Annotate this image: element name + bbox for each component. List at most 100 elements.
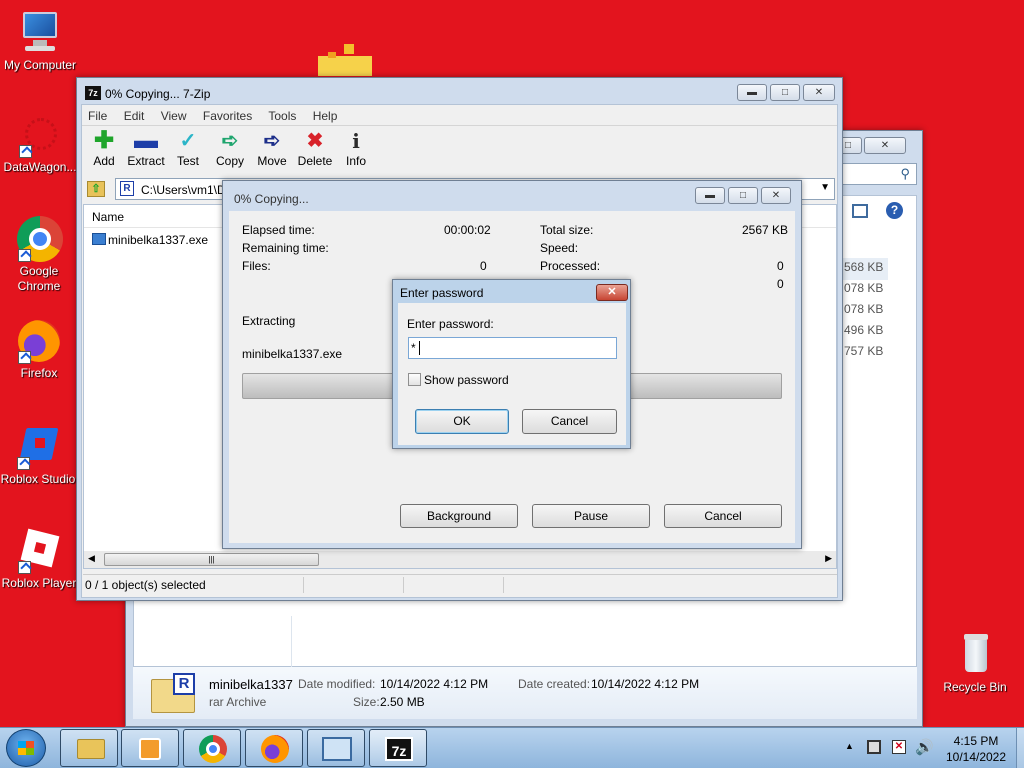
move-button[interactable]: ➪ Move (252, 130, 292, 168)
desktop-icon-chrome[interactable]: Google Chrome (0, 216, 79, 294)
desktop-icon-label: My Computer (3, 58, 77, 72)
folder-up-icon[interactable]: ⇧ (87, 181, 105, 197)
total-size-value: 2567 KB (742, 223, 789, 237)
action-label: Extracting (242, 314, 296, 328)
status-divider (503, 577, 504, 593)
desktop-icon-recycle-bin[interactable]: Recycle Bin (935, 632, 1015, 694)
extract-button[interactable]: ▬ Extract (126, 129, 166, 169)
maximize-button[interactable]: □ (728, 187, 758, 204)
clock-time: 4:15 PM (953, 734, 999, 748)
status-divider (303, 577, 304, 593)
firefox-icon (261, 735, 289, 763)
7zip-icon: 7z (385, 737, 413, 761)
datawagon-icon (17, 112, 63, 158)
start-button[interactable] (6, 729, 46, 767)
view-pane-icon[interactable] (852, 204, 868, 218)
desktop-icon-my-computer[interactable]: My Computer (0, 10, 80, 72)
size-cell: 568 KB (844, 260, 884, 274)
ok-button[interactable]: OK (415, 409, 509, 434)
menu-bar: File Edit View Favorites Tools Help (88, 109, 350, 123)
close-button[interactable]: ✕ (803, 84, 835, 101)
pause-button[interactable]: Pause (532, 504, 650, 528)
taskbar-chrome[interactable] (183, 729, 241, 767)
menu-view[interactable]: View (161, 109, 187, 123)
size-cell: 078 KB (844, 281, 884, 295)
check-icon: ✓ (179, 130, 197, 152)
recycle-bin-icon (952, 632, 998, 678)
desktop-icon-label: Roblox Studio (0, 472, 76, 486)
info-icon: i (352, 129, 360, 153)
minimize-button[interactable]: ▬ (737, 84, 767, 101)
menu-edit[interactable]: Edit (124, 109, 145, 123)
media-player-icon (139, 738, 161, 760)
processed-value: 0 (777, 259, 784, 273)
status-text: 0 / 1 object(s) selected (85, 578, 206, 592)
close-button[interactable]: ✕ (596, 284, 628, 301)
list-item[interactable]: minibelka1337.exe (90, 232, 230, 250)
menu-favorites[interactable]: Favorites (203, 109, 252, 123)
details-pane: R minibelka1337 rar Archive Date modifie… (133, 667, 917, 719)
exe-file-icon (92, 233, 106, 245)
date-created-label: Date created: (518, 677, 591, 691)
scroll-left-icon[interactable]: ◀ (88, 553, 95, 564)
show-password-label[interactable]: Show password (424, 373, 509, 387)
background-button[interactable]: Background (400, 504, 518, 528)
elapsed-time-label: Elapsed time: (242, 223, 315, 237)
maximize-button[interactable]: □ (770, 84, 800, 101)
delete-button[interactable]: ✖ Delete (295, 130, 335, 168)
desktop-icon-label: Google Chrome (17, 264, 61, 293)
rar-archive-icon: R (151, 673, 195, 713)
menu-file[interactable]: File (88, 109, 107, 123)
action-center-icon[interactable]: ✕ (892, 740, 906, 754)
scroll-right-icon[interactable]: ▶ (825, 553, 832, 564)
menu-tools[interactable]: Tools (268, 109, 296, 123)
taskbar-7zip[interactable]: 7z (369, 729, 427, 767)
chrome-icon (199, 735, 227, 763)
size-cell: 078 KB (844, 302, 884, 316)
password-dialog[interactable]: Enter password ✕ Enter password: * Show … (392, 279, 631, 449)
search-box[interactable]: ⚲ (842, 163, 917, 185)
cancel-button[interactable]: Cancel (522, 409, 617, 434)
taskbar-firefox[interactable] (245, 729, 303, 767)
chevron-down-icon[interactable]: ▼ (820, 182, 830, 193)
arrow-right-icon: ➪ (221, 130, 239, 152)
show-desktop-button[interactable] (1016, 728, 1024, 768)
clock[interactable]: 4:15 PM 10/14/2022 (938, 733, 1014, 765)
volume-icon[interactable]: 🔊 (915, 738, 934, 756)
test-button[interactable]: ✓ Test (168, 130, 208, 168)
size-cell: 496 KB (844, 323, 884, 337)
desktop-icon-roblox-studio[interactable]: Roblox Studio (0, 424, 78, 486)
copy-button[interactable]: ➪ Copy (210, 130, 250, 168)
cancel-button[interactable]: Cancel (664, 504, 782, 528)
folder-icon (77, 739, 105, 759)
desktop-icon-label: Firefox (20, 366, 58, 380)
size-value: 2.50 MB (380, 695, 425, 709)
close-button[interactable]: ✕ (761, 187, 791, 204)
desktop-icon-firefox[interactable]: Firefox (0, 318, 79, 380)
help-icon[interactable]: ? (886, 202, 903, 219)
window-title: 0% Copying... 7-Zip (105, 87, 211, 101)
show-hidden-icons[interactable]: ▲ (845, 741, 854, 751)
chrome-icon (16, 216, 63, 262)
size-cell: 757 KB (844, 344, 884, 358)
7zip-app-icon: 7z (85, 86, 101, 100)
horizontal-scrollbar[interactable]: ◀ ||| ▶ (84, 551, 836, 568)
show-password-checkbox[interactable] (408, 373, 421, 386)
taskbar-media-player[interactable] (121, 729, 179, 767)
minimize-button[interactable]: ▬ (695, 187, 725, 204)
password-input[interactable]: * (408, 337, 617, 359)
add-button[interactable]: ✚ Add (84, 129, 124, 169)
column-header-name[interactable]: Name (92, 210, 124, 224)
info-button[interactable]: i Info (336, 130, 376, 168)
taskbar-control-panel[interactable] (307, 729, 365, 767)
password-prompt: Enter password: (407, 317, 494, 331)
desktop-icon-datawagon[interactable]: DataWagon... (0, 112, 80, 174)
desktop-icon-roblox-player[interactable]: Roblox Player (0, 528, 79, 590)
scroll-thumb[interactable]: ||| (104, 553, 319, 566)
menu-divider (82, 125, 837, 126)
menu-help[interactable]: Help (313, 109, 338, 123)
shortcut-arrow-icon (18, 351, 31, 364)
close-button[interactable]: ✕ (864, 137, 906, 154)
network-icon[interactable] (867, 740, 881, 754)
taskbar-explorer[interactable] (60, 729, 118, 767)
